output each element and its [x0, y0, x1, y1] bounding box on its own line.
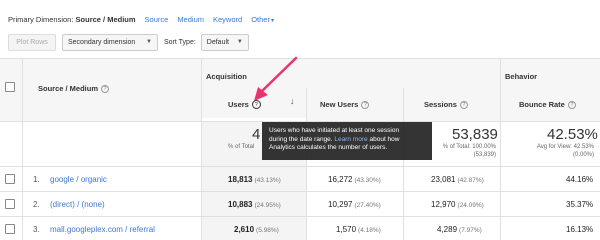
divider: [22, 88, 23, 121]
sort-type-value: Default: [206, 38, 229, 46]
total-users-sub: % of Total: [228, 144, 255, 150]
column-header-sessions[interactable]: Sessions ?: [424, 100, 468, 109]
divider: [500, 59, 501, 88]
source-medium-link[interactable]: google / organic: [50, 175, 107, 184]
users-value: 2,610 (5.98%): [234, 225, 279, 234]
chevron-down-icon: ▾: [270, 17, 274, 24]
column-header-source-medium[interactable]: Source / Medium ?: [38, 84, 110, 93]
divider: [403, 88, 404, 121]
divider: [403, 192, 404, 216]
sessions-value: 23,081 (42.87%): [431, 175, 484, 184]
total-bounce-sub: Avg for View: 42.53% (0.00%): [536, 144, 594, 158]
help-icon[interactable]: ?: [567, 100, 576, 109]
primary-dimension-label: Primary Dimension: Source / Medium: [8, 14, 136, 24]
divider: [22, 59, 23, 88]
total-sessions: 53,839: [452, 126, 498, 143]
divider: [306, 167, 307, 191]
row-number: 3.: [33, 225, 40, 234]
learn-more-link[interactable]: Learn more: [334, 136, 367, 143]
bounce-rate-value: 35.37%: [566, 200, 594, 209]
sessions-value: 4,289 (7.97%): [437, 225, 482, 234]
dimension-option-keyword[interactable]: Keyword: [213, 15, 242, 24]
caret-down-icon: ▼: [236, 39, 243, 45]
new-users-value: 1,570 (4.18%): [336, 225, 381, 234]
table-row: 3. mall.googleplex.com / referral 2,610(…: [0, 216, 600, 240]
primary-dimension-value: Source / Medium: [75, 14, 136, 24]
group-acquisition: Acquisition: [206, 72, 247, 81]
source-medium-link[interactable]: mall.googleplex.com / referral: [50, 225, 155, 234]
total-users: 4: [252, 126, 261, 143]
primary-dimension-bar: Primary Dimension: Source / Medium Sourc…: [8, 13, 274, 25]
divider: [201, 122, 202, 166]
new-users-value: 10,297 (27.40%): [328, 200, 381, 209]
sort-descending-icon[interactable]: ↓: [290, 96, 295, 106]
divider: [500, 122, 501, 166]
select-all-checkbox[interactable]: [5, 82, 15, 92]
plot-rows-button[interactable]: Plot Rows: [8, 33, 56, 51]
column-header-bounce-rate[interactable]: Bounce Rate ?: [519, 100, 576, 109]
secondary-dimension-label: Secondary dimension: [68, 38, 136, 46]
column-header-users[interactable]: Users ?: [228, 100, 261, 109]
divider: [201, 217, 202, 240]
users-help-tooltip: Users who have initiated at least one se…: [262, 122, 432, 160]
total-bounce-rate: 42.53%: [547, 126, 598, 143]
divider: [306, 192, 307, 216]
help-icon[interactable]: ?: [361, 100, 370, 109]
row-checkbox[interactable]: [5, 199, 15, 209]
divider: [22, 217, 23, 240]
divider: [500, 88, 501, 121]
divider: [306, 217, 307, 240]
dimension-option-source[interactable]: Source: [145, 15, 169, 24]
row-number: 2.: [33, 200, 40, 209]
divider: [403, 217, 404, 240]
divider: [201, 88, 202, 121]
divider: [500, 167, 501, 191]
table-row: 2. (direct) / (none) 10,883 (24.95%) 10,2…: [0, 191, 600, 216]
dimension-option-other[interactable]: Other▾: [251, 15, 274, 24]
source-medium-link[interactable]: (direct) / (none): [50, 200, 105, 209]
bounce-rate-value: 44.16%: [566, 175, 594, 184]
bounce-rate-value: 16.13%: [566, 225, 594, 234]
dimension-option-medium[interactable]: Medium: [177, 15, 204, 24]
divider: [22, 167, 23, 191]
divider: [22, 192, 23, 216]
caret-down-icon: ▼: [146, 39, 152, 45]
sort-type-dropdown[interactable]: Default ▼: [200, 33, 249, 51]
divider: [500, 192, 501, 216]
divider: [403, 167, 404, 191]
divider: [22, 122, 23, 166]
divider: [201, 59, 202, 88]
secondary-dimension-dropdown[interactable]: Secondary dimension ▼: [62, 33, 158, 51]
group-behavior: Behavior: [505, 72, 538, 81]
new-users-value: 16,272 (43.30%): [328, 175, 381, 184]
sessions-value: 12,970 (24.09%): [431, 200, 484, 209]
report-toolbar: Plot Rows Secondary dimension ▼ Sort Typ…: [8, 33, 249, 51]
row-checkbox[interactable]: [5, 174, 15, 184]
users-value: 10,883 (24.95%): [228, 200, 281, 209]
row-checkbox[interactable]: [5, 224, 15, 234]
row-number: 1.: [33, 175, 40, 184]
table-row: 1. google / organic 18,813 (43.13%) 16,27…: [0, 166, 600, 191]
divider: [201, 192, 202, 216]
help-icon[interactable]: ?: [101, 84, 110, 93]
sort-type-label: Sort Type:: [164, 38, 196, 46]
column-header-new-users[interactable]: New Users ?: [320, 100, 370, 109]
divider: [500, 217, 501, 240]
help-icon[interactable]: ?: [459, 100, 468, 109]
divider: [201, 167, 202, 191]
divider: [306, 88, 307, 121]
users-value: 18,813 (43.13%): [228, 175, 281, 184]
help-icon[interactable]: ?: [251, 100, 261, 109]
